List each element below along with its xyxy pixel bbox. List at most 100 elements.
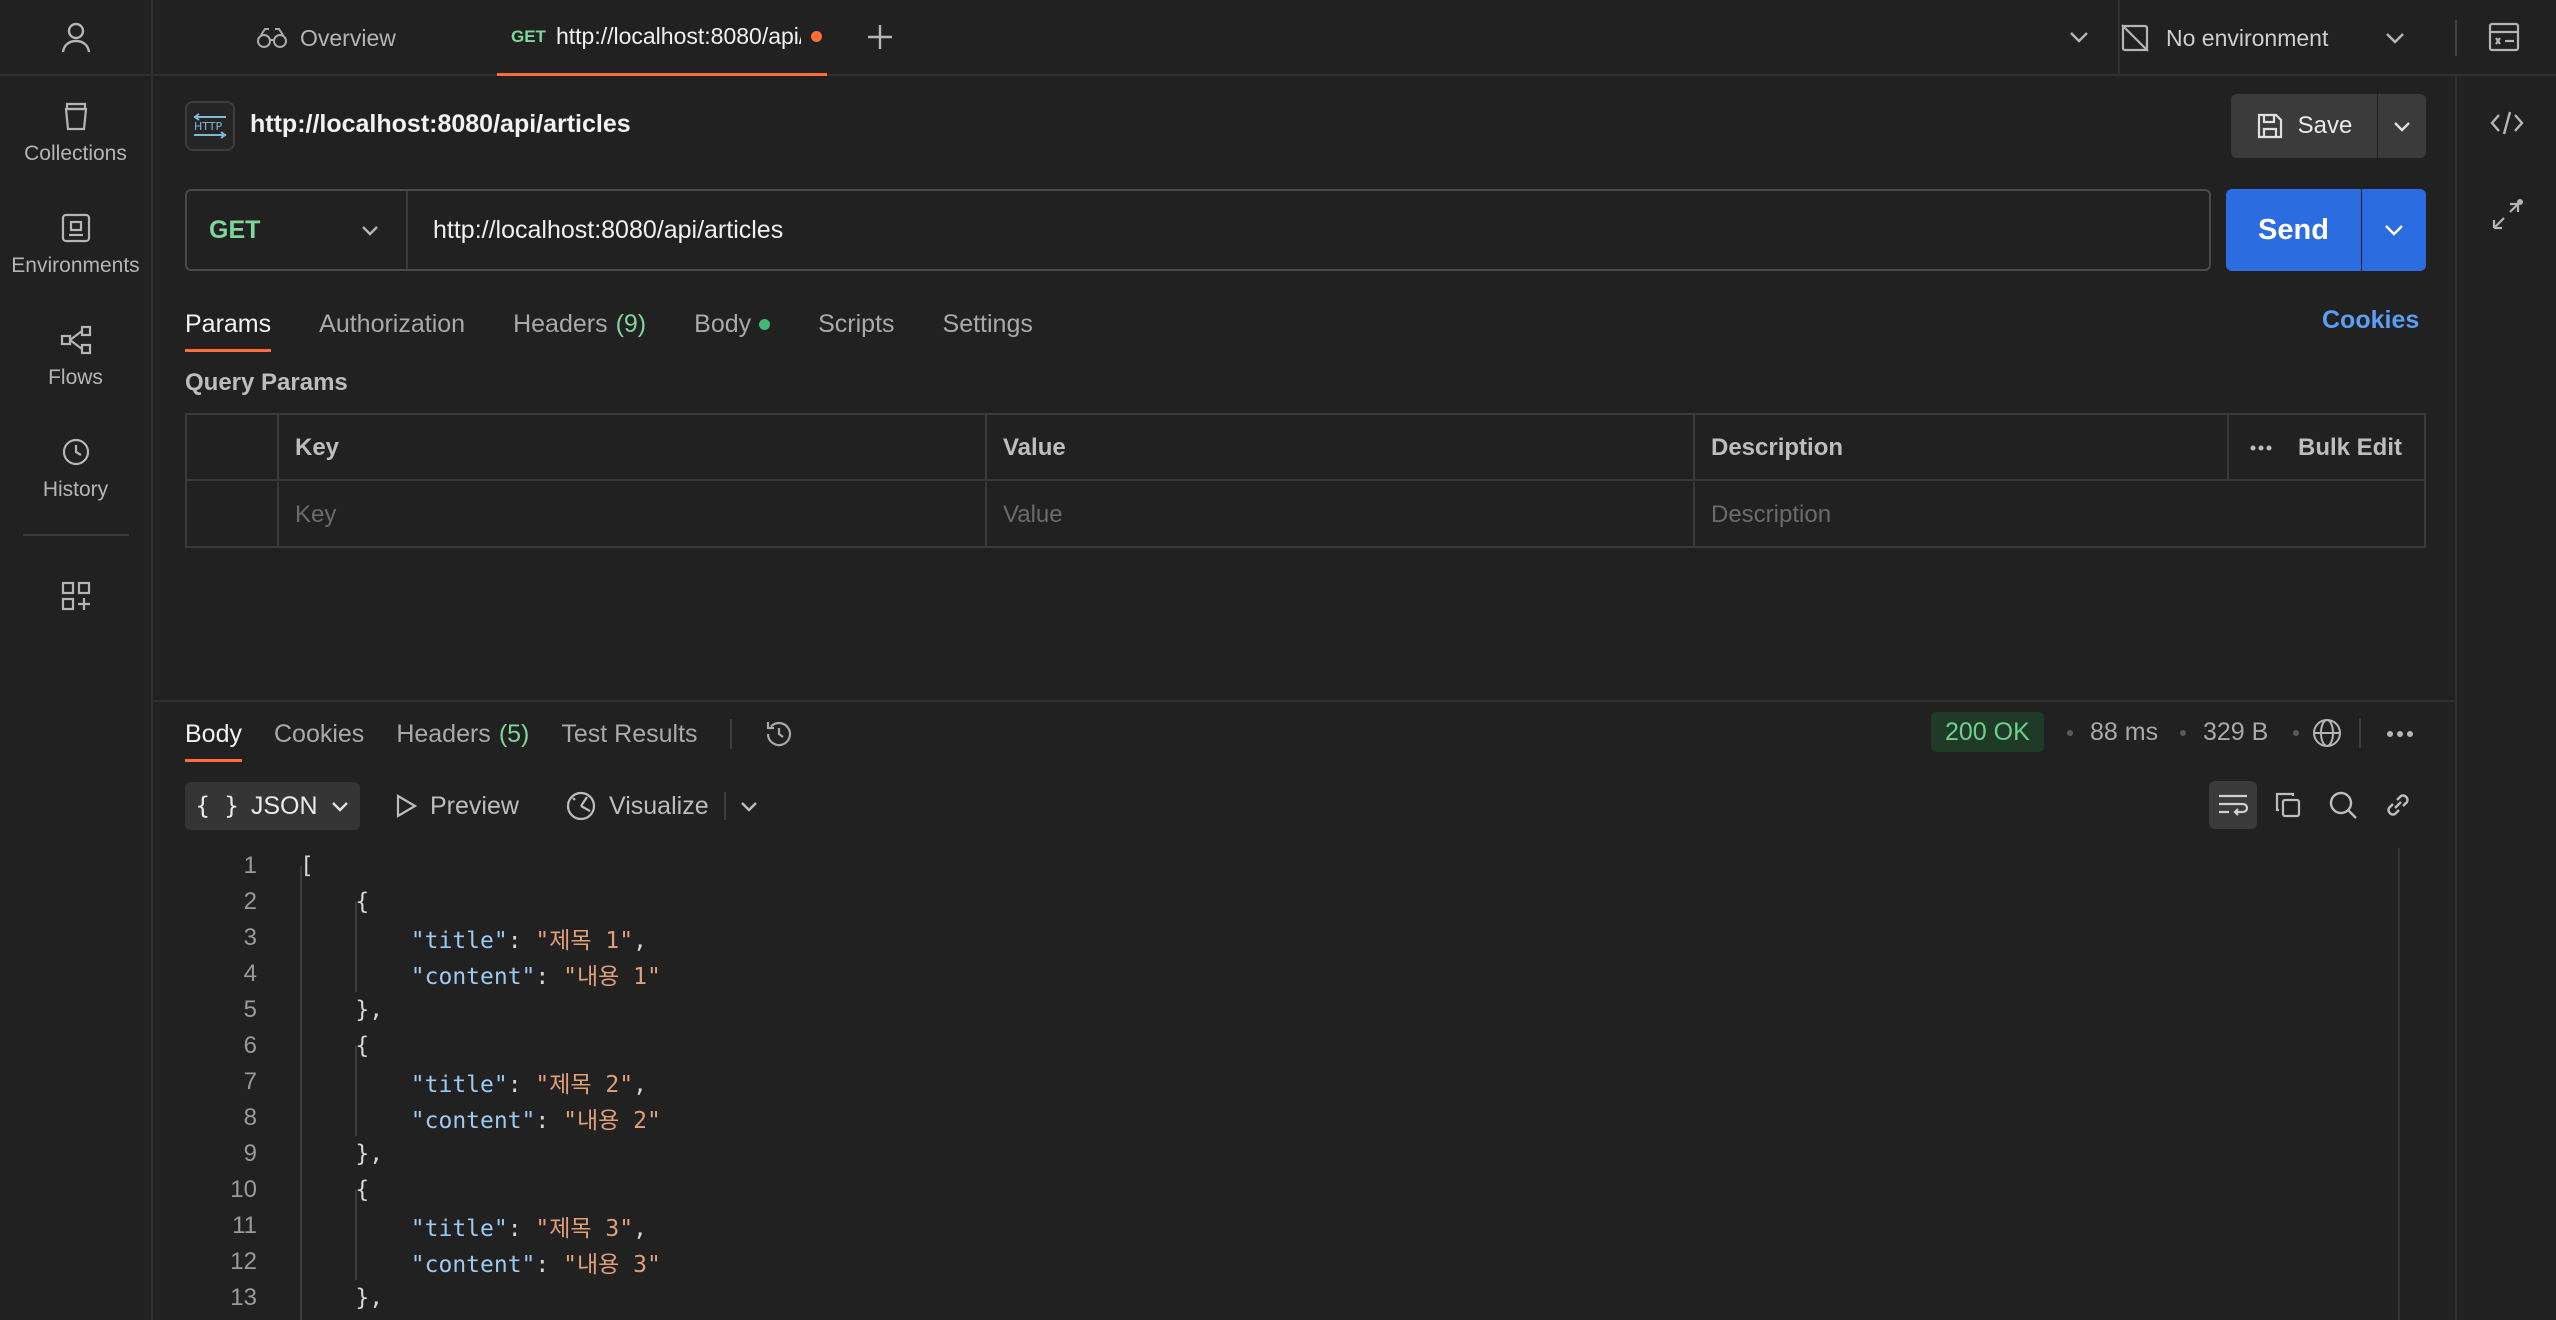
related-collections-button[interactable] <box>2490 198 2524 232</box>
tab-headers[interactable]: Headers (9) <box>513 296 646 352</box>
json-key: "content" <box>410 964 536 990</box>
history-icon[interactable] <box>764 719 794 749</box>
new-tab-button[interactable] <box>865 22 895 52</box>
copy-button[interactable] <box>2264 781 2312 829</box>
key-input[interactable]: Key <box>277 482 985 548</box>
tab-params[interactable]: Params <box>185 296 272 352</box>
chevron-down-icon <box>2385 225 2403 236</box>
code-line: 8 "content": "내용 2" <box>185 1100 661 1136</box>
tab-scripts[interactable]: Scripts <box>818 296 894 352</box>
tab-settings[interactable]: Settings <box>943 296 1033 352</box>
json-colon: : <box>507 1216 536 1242</box>
tab-response-body[interactable]: Body <box>185 706 242 762</box>
line-number: 6 <box>243 1032 257 1059</box>
tab-label: Headers <box>513 309 608 338</box>
left-sidebar: Collections Environments Flows History <box>0 0 153 1320</box>
user-icon <box>61 22 90 53</box>
status-badge[interactable]: 200 OK <box>1931 712 2044 752</box>
line-number: 2 <box>243 888 257 915</box>
search-button[interactable] <box>2319 781 2367 829</box>
separator-dot <box>2293 730 2299 736</box>
chevron-down-icon <box>2070 32 2088 43</box>
response-more-button[interactable] <box>2386 730 2414 738</box>
format-select[interactable]: { } JSON <box>185 782 360 830</box>
response-size[interactable]: 329 B <box>2203 712 2268 752</box>
method-select[interactable]: GET <box>187 191 408 269</box>
response-divider[interactable] <box>153 700 2455 702</box>
code-line: 13 }, <box>185 1280 383 1316</box>
tab-test-results[interactable]: Test Results <box>561 706 697 762</box>
preview-label: Preview <box>430 791 519 820</box>
tab-body[interactable]: Body <box>694 296 771 352</box>
cookies-link[interactable]: Cookies <box>2322 306 2419 335</box>
wrap-lines-button[interactable] <box>2209 781 2257 829</box>
tabs-dropdown-button[interactable] <box>2068 26 2090 48</box>
environments-icon <box>61 213 90 243</box>
value-input[interactable]: Value <box>985 482 1693 548</box>
sidebar-item-environments[interactable]: Environments <box>0 212 151 278</box>
chevron-down-icon <box>362 226 378 236</box>
description-input[interactable]: Description <box>1693 482 2424 548</box>
query-params-title: Query Params <box>185 369 348 396</box>
save-options-button[interactable] <box>2378 94 2426 158</box>
indent-guide <box>355 902 357 992</box>
send-options-button[interactable] <box>2362 189 2426 271</box>
json-string-value: "내용 2" <box>563 1108 661 1134</box>
response-time[interactable]: 88 ms <box>2090 712 2158 752</box>
plus-icon <box>868 25 892 49</box>
code-line: 7 "title": "제목 2", <box>185 1064 647 1100</box>
tab-overview[interactable]: Overview <box>256 0 396 76</box>
column-header-key: Key <box>277 415 985 481</box>
tab-authorization[interactable]: Authorization <box>319 296 465 352</box>
sidebar-divider <box>23 534 129 536</box>
visualize-button[interactable]: Visualize <box>565 782 709 830</box>
url-bar: GET <box>185 189 2211 271</box>
tab-request-articles[interactable]: GET http://localhost:8080/api/articles <box>497 0 827 76</box>
chevron-down-icon <box>2394 122 2410 132</box>
response-body-viewer[interactable]: 1[2 {3 "title": "제목 1", 4 "content": "내용 … <box>185 848 2425 1320</box>
code-text: }, <box>300 1285 384 1311</box>
expand-icon <box>2492 199 2523 230</box>
column-header-value: Value <box>985 415 1693 481</box>
account-button[interactable] <box>0 0 151 76</box>
sidebar-item-history[interactable]: History <box>0 436 151 502</box>
environment-quick-look-button[interactable] <box>2488 22 2520 52</box>
sidebar-item-collections[interactable]: Collections <box>0 100 151 166</box>
tab-label: Cookies <box>273 719 365 748</box>
line-number: 7 <box>243 1068 257 1095</box>
more-horizontal-icon[interactable] <box>2250 445 2272 451</box>
tab-label: Authorization <box>319 309 466 338</box>
request-title[interactable]: http://localhost:8080/api/articles <box>250 110 631 139</box>
indent-guide <box>300 866 302 1320</box>
tab-response-headers[interactable]: Headers (5) <box>396 706 529 762</box>
json-colon: : <box>507 1072 536 1098</box>
network-info-button[interactable] <box>2311 717 2343 749</box>
code-text: [ <box>300 853 314 879</box>
url-input[interactable] <box>433 191 2193 269</box>
code-text: "title": "제목 2", <box>300 1065 647 1099</box>
tab-label: Settings <box>942 309 1033 338</box>
code-line: 9 }, <box>185 1136 383 1172</box>
code-text: }, <box>300 997 384 1023</box>
tab-label: Scripts <box>818 309 895 338</box>
sidebar-item-add-ons[interactable] <box>0 580 151 622</box>
sidebar-item-label: History <box>42 478 109 501</box>
scrollbar[interactable] <box>2398 848 2400 1320</box>
bulk-edit-button[interactable]: Bulk Edit <box>2298 434 2402 462</box>
code-snippet-button[interactable] <box>2490 110 2524 136</box>
send-button[interactable]: Send <box>2226 189 2361 271</box>
json-string-value: "내용 3" <box>563 1252 661 1278</box>
headers-count: (9) <box>615 309 647 338</box>
link-button[interactable] <box>2374 781 2422 829</box>
tab-response-cookies[interactable]: Cookies <box>274 706 364 762</box>
code-line: 6 { <box>185 1028 370 1064</box>
preview-button[interactable]: Preview <box>394 782 519 830</box>
save-button[interactable]: Save <box>2231 94 2377 158</box>
format-label: JSON <box>250 791 318 820</box>
sidebar-item-flows[interactable]: Flows <box>0 324 151 390</box>
copy-icon <box>2275 792 2301 818</box>
http-request-badge: HTTP <box>185 101 235 151</box>
json-string-value: "제목 2" <box>535 1072 634 1098</box>
visualize-options-button[interactable] <box>739 796 759 816</box>
environment-selector[interactable]: No environment <box>2120 0 2406 76</box>
